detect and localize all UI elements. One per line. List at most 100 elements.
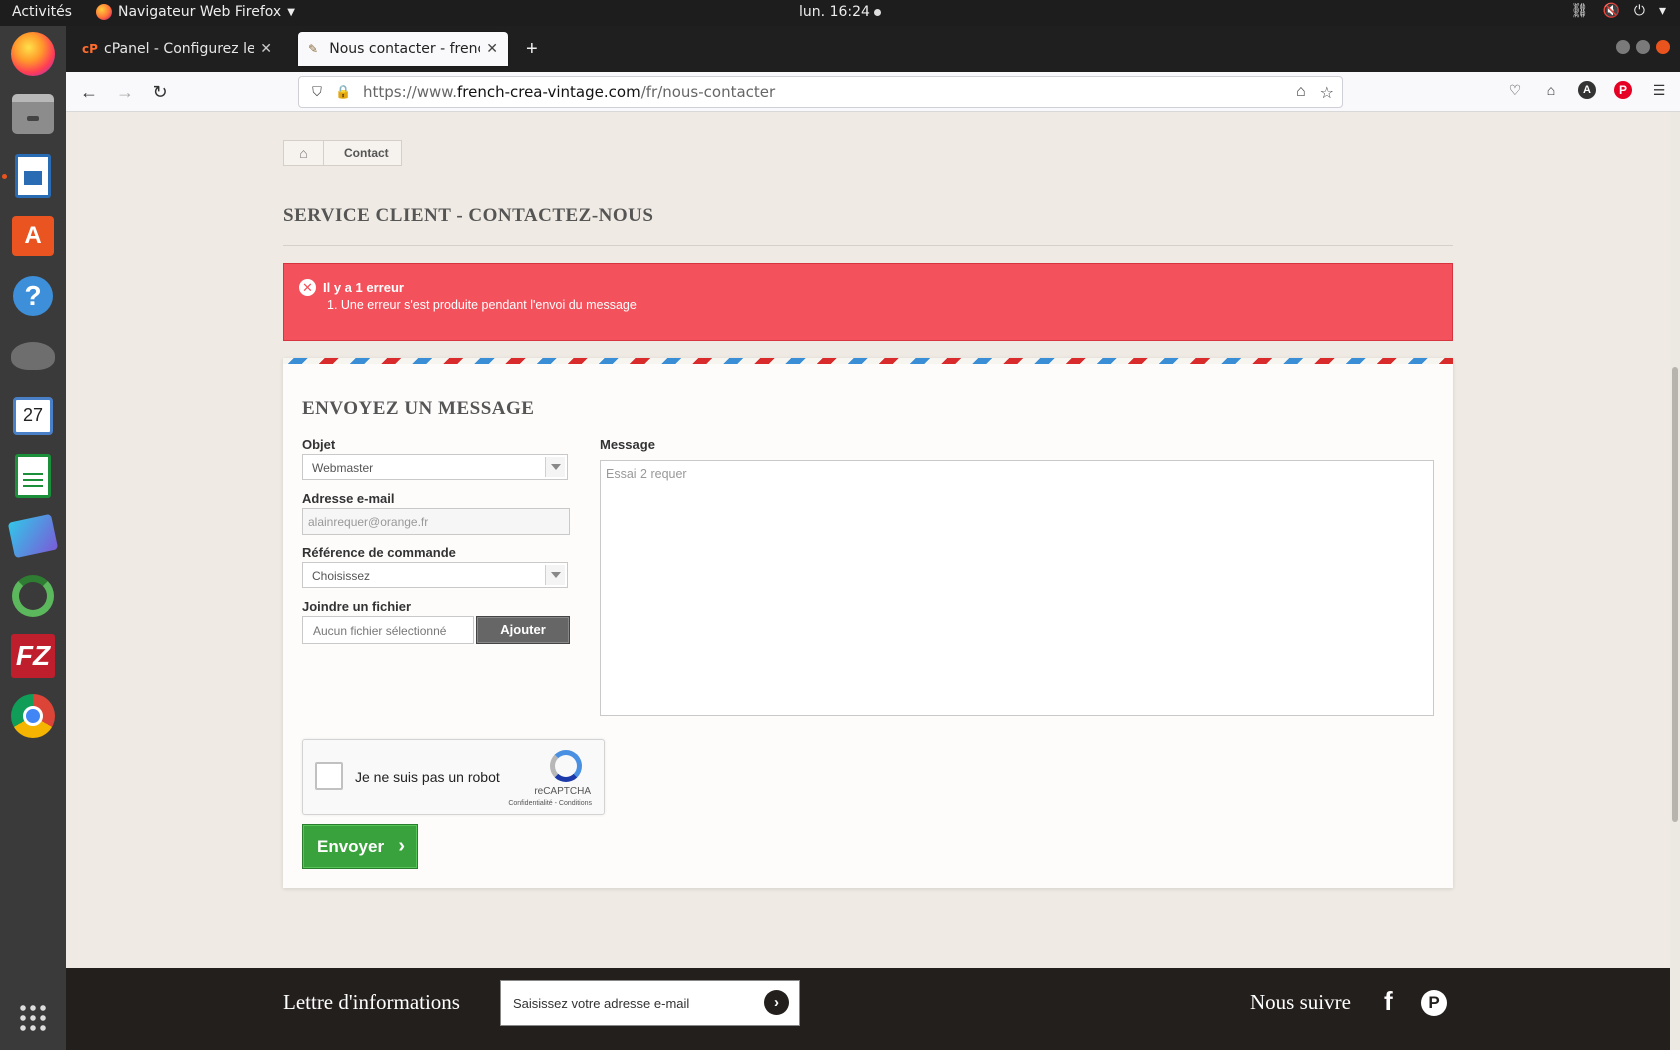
dock-chrome[interactable] <box>9 692 57 740</box>
chevron-down-icon <box>545 457 565 477</box>
tracking-shield-icon[interactable]: ⛉ <box>309 84 325 100</box>
extension-home-icon[interactable]: ⌂ <box>1542 81 1560 99</box>
chevron-right-icon: › <box>398 835 405 857</box>
recaptcha-brand: reCAPTCHA <box>534 786 591 797</box>
dock-calc[interactable] <box>9 452 57 500</box>
show-applications-button[interactable] <box>9 994 57 1042</box>
pocket-icon[interactable]: ♡ <box>1506 81 1524 99</box>
dock-software-store[interactable]: A <box>9 212 57 260</box>
scrollbar[interactable] <box>1670 112 1680 1050</box>
error-item: 1. Une erreur s'est produite pendant l'e… <box>327 298 637 312</box>
files-icon <box>12 94 54 134</box>
scrollbar-thumb[interactable] <box>1672 367 1678 822</box>
dock-gimp[interactable] <box>9 332 57 380</box>
tab-cpanel[interactable]: cP cPanel - Configurez le client ✕ <box>72 32 282 66</box>
subject-label: Objet <box>302 437 336 452</box>
send-button-label: Envoyer <box>317 837 385 856</box>
back-button[interactable]: ← <box>78 81 100 103</box>
newsletter-submit-icon[interactable]: › <box>764 990 789 1015</box>
tab-title: Nous contacter - frenchcrea <box>329 41 480 57</box>
lock-icon[interactable]: 🔒 <box>335 84 351 100</box>
file-input[interactable]: Aucun fichier sélectionné <box>302 616 474 644</box>
notification-dot-icon <box>873 8 881 16</box>
power-icon: ⏻ <box>1633 3 1645 19</box>
chrome-icon <box>11 694 55 738</box>
maximize-button[interactable] <box>1636 40 1650 54</box>
software-store-icon: A <box>12 216 54 256</box>
contact-form: ENVOYEZ UN MESSAGE Objet Webmaster Adres… <box>283 358 1453 888</box>
pdf-shuffler-icon <box>7 513 59 559</box>
breadcrumb: ⌂ Contact <box>283 140 402 166</box>
dock-pdf-shuffler[interactable] <box>7 512 59 560</box>
page-title: SERVICE CLIENT - CONTACTEZ-NOUS <box>283 205 654 226</box>
follow-us-title: Nous suivre <box>1250 990 1351 1014</box>
dock-calendar[interactable]: 27 <box>9 392 57 440</box>
reload-button[interactable]: ↻ <box>149 81 171 103</box>
bookmark-star-icon[interactable]: ☆ <box>1320 83 1334 103</box>
subject-value: Webmaster <box>312 461 374 475</box>
close-tab-icon[interactable]: ✕ <box>486 41 498 57</box>
send-button[interactable]: Envoyer › <box>302 824 418 869</box>
page-content: ⌂ Contact SERVICE CLIENT - CONTACTEZ-NOU… <box>66 112 1680 1050</box>
extension-icon[interactable]: ⌂ <box>1296 83 1306 103</box>
site-favicon-icon: ✎ <box>308 42 319 56</box>
libreoffice-writer-icon <box>15 154 51 198</box>
recaptcha-label: Je ne suis pas un robot <box>355 769 500 785</box>
tab-bar: cP cPanel - Configurez le client ✕ ✎ Nou… <box>66 26 1680 72</box>
pinterest-icon[interactable]: P <box>1421 990 1447 1016</box>
recaptcha-checkbox[interactable] <box>315 762 343 790</box>
message-textarea[interactable]: Essai 2 requer <box>600 460 1434 716</box>
recaptcha-widget: Je ne suis pas un robot reCAPTCHA Confid… <box>302 739 605 815</box>
toolbar-right: ♡ ⌂ A P ☰ <box>1506 81 1668 99</box>
volume-icon: 🔇 <box>1602 3 1620 19</box>
filezilla-icon: FZ <box>11 634 55 678</box>
error-icon: ✕ <box>299 279 316 296</box>
menu-icon[interactable]: ☰ <box>1650 81 1668 99</box>
gimp-icon <box>11 342 55 370</box>
system-top-bar: Activités Navigateur Web Firefox ▼ lun. … <box>0 0 1680 26</box>
chevron-down-icon: ▾ <box>1658 3 1666 19</box>
email-field[interactable]: alainrequer@orange.fr <box>302 508 570 535</box>
forward-button[interactable]: → <box>114 81 136 103</box>
help-icon: ? <box>13 276 53 316</box>
dock-sync[interactable] <box>9 572 57 620</box>
window-controls <box>1616 40 1670 54</box>
system-menu[interactable]: ⛓ 🔇 ⏻ ▾ <box>1571 3 1666 19</box>
clock[interactable]: lun. 16:24 <box>0 4 1680 20</box>
minimize-button[interactable] <box>1616 40 1630 54</box>
email-label: Adresse e-mail <box>302 491 395 506</box>
divider <box>283 245 1453 246</box>
running-indicator <box>2 174 7 179</box>
attach-file-label: Joindre un fichier <box>302 599 412 614</box>
newsletter-email-input[interactable]: Saisissez votre adresse e-mail <box>500 980 800 1026</box>
breadcrumb-current: Contact <box>344 146 389 160</box>
tab-title: cPanel - Configurez le client <box>104 41 255 57</box>
url-text[interactable]: https://www.french-crea-vintage.com/fr/n… <box>363 83 775 101</box>
cpanel-favicon-icon: cP <box>82 42 98 56</box>
dock-writer[interactable] <box>9 152 57 200</box>
subject-select[interactable]: Webmaster <box>302 454 568 480</box>
app-grid-icon <box>18 1003 48 1033</box>
url-bar[interactable]: ⛉ 🔒 https://www.french-crea-vintage.com/… <box>298 76 1343 108</box>
chevron-down-icon <box>545 565 565 585</box>
add-file-button[interactable]: Ajouter <box>476 616 570 644</box>
recaptcha-terms-link[interactable]: Confidentialité - Conditions <box>508 800 592 807</box>
new-tab-button[interactable]: + <box>526 38 538 61</box>
close-window-button[interactable] <box>1656 40 1670 54</box>
order-reference-select[interactable]: Choisissez <box>302 562 568 588</box>
close-tab-icon[interactable]: ✕ <box>260 41 272 57</box>
facebook-icon[interactable]: f <box>1384 986 1393 1017</box>
dock-firefox[interactable] <box>9 30 57 78</box>
order-reference-label: Référence de commande <box>302 545 456 560</box>
account-icon[interactable]: A <box>1578 81 1596 99</box>
sync-icon <box>12 575 54 617</box>
footer: Lettre d'informations Saisissez votre ad… <box>66 968 1670 1050</box>
pinterest-extension-icon[interactable]: P <box>1614 81 1632 99</box>
error-heading: Il y a 1 erreur <box>323 280 404 295</box>
firefox-icon <box>11 32 55 76</box>
tab-nous-contacter[interactable]: ✎ Nous contacter - frenchcrea ✕ <box>298 32 508 66</box>
home-icon[interactable]: ⌂ <box>284 141 324 165</box>
dock-files[interactable] <box>9 90 57 138</box>
dock-filezilla[interactable]: FZ <box>9 632 57 680</box>
dock-help[interactable]: ? <box>9 272 57 320</box>
